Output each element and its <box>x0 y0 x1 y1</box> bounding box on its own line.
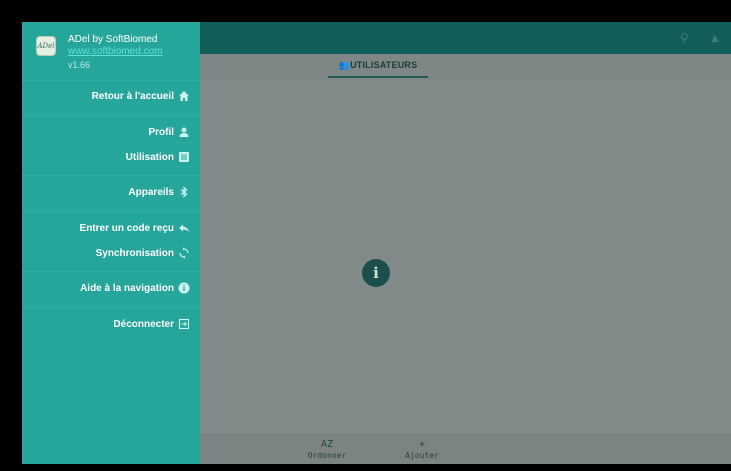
menu-item-sync[interactable]: Synchronisation <box>22 242 200 266</box>
drawer-header: ADel ADel by SoftBiomed www.softbiomed.c… <box>22 22 200 78</box>
sync-icon <box>178 247 190 259</box>
drawer-menu: Retour à l'accueil Profil Utilisation Ap… <box>22 80 200 337</box>
menu-item-label: Appareils <box>128 187 174 198</box>
sort-button[interactable]: AZ Ordonner <box>302 439 352 461</box>
home-icon <box>178 90 190 102</box>
reply-icon <box>178 222 190 234</box>
logout-icon <box>178 318 190 330</box>
website-link[interactable]: www.softbiomed.com <box>68 46 162 57</box>
list-icon <box>178 151 190 163</box>
sort-az-icon: AZ <box>320 439 334 450</box>
sort-label: Ordonner <box>307 451 347 460</box>
menu-item-label: Entrer un code reçu <box>79 223 174 234</box>
add-button[interactable]: + Ajouter <box>397 439 447 461</box>
menu-item-profile[interactable]: Profil <box>22 121 200 145</box>
divider <box>22 211 200 212</box>
menu-item-label: Synchronisation <box>95 248 174 259</box>
menu-item-label: Déconnecter <box>113 319 174 330</box>
app-logo: ADel <box>36 36 56 56</box>
divider <box>22 307 200 308</box>
tab-users[interactable]: 👥UTILISATEURS <box>328 60 428 71</box>
menu-item-label: Profil <box>148 127 174 138</box>
divider <box>22 271 200 272</box>
app-version: v1.66 <box>68 60 91 70</box>
add-label: Ajouter <box>405 451 439 460</box>
app-screen: ⚲ ▲ 👥UTILISATEURS i AZ Ordonner + Ajoute… <box>22 22 731 464</box>
search-icon[interactable]: ⚲ <box>680 31 689 45</box>
users-icon: 👥 <box>338 60 351 70</box>
divider <box>22 115 200 116</box>
menu-item-help[interactable]: Aide à la navigation <box>22 277 200 301</box>
person-icon <box>178 126 190 138</box>
add-icon: + <box>418 439 426 450</box>
info-icon <box>178 282 190 294</box>
app-name: ADel by SoftBiomed <box>68 34 158 45</box>
menu-item-label: Retour à l'accueil <box>91 91 174 102</box>
menu-item-label: Utilisation <box>125 152 174 163</box>
bluetooth-icon <box>178 186 190 198</box>
navigation-drawer: ADel ADel by SoftBiomed www.softbiomed.c… <box>22 22 200 464</box>
divider <box>22 80 200 81</box>
app-logo-text: ADel <box>37 42 55 50</box>
menu-item-logout[interactable]: Déconnecter <box>22 313 200 337</box>
divider <box>22 175 200 176</box>
notification-icon[interactable]: ▲ <box>709 31 721 45</box>
info-icon: i <box>373 264 379 282</box>
menu-item-label: Aide à la navigation <box>80 283 174 294</box>
menu-item-devices[interactable]: Appareils <box>22 181 200 205</box>
menu-item-usage[interactable]: Utilisation <box>22 146 200 170</box>
tab-indicator <box>328 76 428 78</box>
tab-users-label: UTILISATEURS <box>350 60 418 70</box>
info-button[interactable]: i <box>362 259 390 287</box>
menu-item-home[interactable]: Retour à l'accueil <box>22 85 200 109</box>
menu-item-enter-code[interactable]: Entrer un code reçu <box>22 217 200 241</box>
